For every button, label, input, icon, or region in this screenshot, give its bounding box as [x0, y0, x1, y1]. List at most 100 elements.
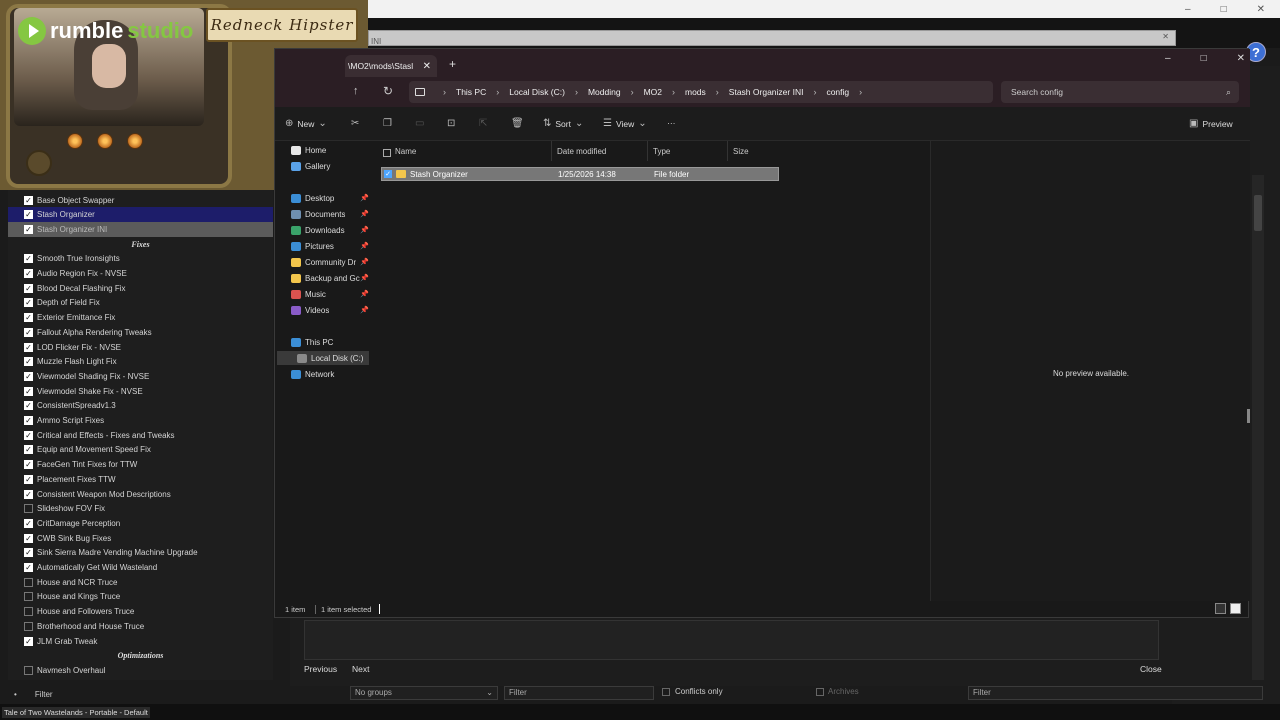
mod-row[interactable]: House and Followers Truce — [8, 604, 273, 619]
pin-icon[interactable]: 📌 — [360, 290, 369, 298]
nav-pinned-item[interactable]: Community Dr 📌 — [291, 255, 369, 269]
mod-checkbox[interactable]: ✓ — [24, 518, 33, 528]
mod-checkbox[interactable]: ✓ — [24, 563, 33, 573]
mod-checkbox[interactable]: ✓ — [24, 313, 33, 323]
explorer-scrollbar[interactable] — [1247, 409, 1250, 423]
cut-button[interactable]: ✂ — [351, 118, 359, 129]
file-row[interactable]: ✓ Stash Organizer 1/25/2026 14:38 File f… — [381, 167, 779, 181]
mod-row[interactable]: ✓ Stash Organizer INI — [8, 222, 273, 237]
mod-separator[interactable]: Fixes — [8, 237, 273, 252]
mod-row[interactable]: ✓ Stash Organizer — [8, 207, 273, 223]
mod-row[interactable]: ✓ Viewmodel Shading Fix - NVSE — [8, 369, 273, 384]
conflicts-only-checkbox[interactable] — [662, 688, 670, 696]
scrollbar-thumb[interactable] — [1254, 195, 1262, 231]
archives-checkbox[interactable] — [816, 688, 824, 696]
column-size[interactable]: Size — [733, 147, 749, 156]
pin-icon[interactable]: 📌 — [360, 258, 369, 266]
mod-checkbox[interactable]: ✓ — [24, 371, 33, 381]
maximize-button[interactable]: □ — [1201, 53, 1207, 64]
mod-row[interactable]: ✓ JLM Grab Tweak — [8, 634, 273, 649]
mod-row[interactable]: ✓ Smooth True Ironsights — [8, 252, 273, 267]
mod-checkbox[interactable] — [24, 577, 33, 587]
nav-local-disk[interactable]: Local Disk (C:) — [277, 351, 369, 365]
mod-checkbox[interactable]: ✓ — [24, 386, 33, 396]
dialog-close-button[interactable]: Close — [1140, 664, 1162, 674]
nav-this-pc[interactable]: This PC — [291, 335, 369, 349]
mod-checkbox[interactable] — [24, 607, 33, 617]
sort-button[interactable]: ⇅ Sort ⌄ — [543, 118, 583, 129]
mod-checkbox[interactable]: ✓ — [24, 636, 33, 646]
tab-close-icon[interactable]: ✕ — [423, 61, 431, 72]
close-button[interactable]: ✕ — [1237, 53, 1245, 64]
up-arrow-icon[interactable]: ↑ — [353, 85, 359, 97]
pin-icon[interactable]: 📌 — [360, 194, 369, 202]
mod-row[interactable]: ✓ Blood Decal Flashing Fix — [8, 281, 273, 296]
mod-row[interactable]: ✓ Exterior Emittance Fix — [8, 310, 273, 325]
breadcrumb-item[interactable]: config — [826, 87, 849, 97]
minimize-button[interactable]: – — [1165, 53, 1171, 64]
mod-row[interactable]: ✓ Equip and Movement Speed Fix — [8, 443, 273, 458]
mod-checkbox[interactable]: ✓ — [24, 357, 33, 367]
breadcrumb-item[interactable]: Modding — [588, 87, 621, 97]
breadcrumb[interactable]: › This PC › Local Disk (C:) › Modding › MO2 › mod… — [409, 81, 993, 103]
add-icon[interactable]: • — [14, 690, 17, 699]
mod-row[interactable]: ✓ CritDamage Perception — [8, 516, 273, 531]
close-icon[interactable]: ✕ — [1160, 32, 1169, 41]
paste-button[interactable]: ▭ — [415, 118, 424, 129]
mod-checkbox[interactable] — [24, 504, 33, 514]
mod-row[interactable]: ✓ Muzzle Flash Light Fix — [8, 354, 273, 369]
breadcrumb-item[interactable]: MO2 — [644, 87, 662, 97]
column-name[interactable]: Name — [395, 147, 416, 156]
chevron-right-icon[interactable]: › — [575, 87, 578, 97]
more-options-button[interactable]: ··· — [667, 118, 676, 128]
breadcrumb-item[interactable]: Local Disk (C:) — [509, 87, 565, 97]
nav-pinned-item[interactable]: Backup and Gc 📌 — [291, 271, 369, 285]
pin-icon[interactable]: 📌 — [360, 226, 369, 234]
mod-checkbox[interactable]: ✓ — [24, 224, 33, 234]
nav-gallery[interactable]: Gallery — [291, 159, 369, 173]
refresh-icon[interactable]: ↻ — [383, 84, 393, 98]
mod-row[interactable]: Slideshow FOV Fix — [8, 501, 273, 516]
share-button[interactable]: ⇱ — [479, 118, 487, 129]
new-tab-button[interactable]: + — [449, 57, 456, 71]
mod-row[interactable]: House and Kings Truce — [8, 590, 273, 605]
mo2-minimize-button[interactable]: – — [1185, 4, 1191, 15]
nav-network[interactable]: Network — [291, 367, 369, 381]
mod-checkbox[interactable] — [24, 621, 33, 631]
chevron-right-icon[interactable]: › — [496, 87, 499, 97]
mod-checkbox[interactable]: ✓ — [24, 474, 33, 484]
mod-row[interactable]: ✓ Placement Fixes TTW — [8, 472, 273, 487]
mod-row[interactable]: ✓ Ammo Script Fixes — [8, 413, 273, 428]
preview-toggle-button[interactable]: ▣ Preview — [1189, 118, 1233, 129]
pin-icon[interactable]: 📌 — [360, 210, 369, 218]
mod-checkbox[interactable]: ✓ — [24, 342, 33, 352]
mod-row[interactable]: ✓ Critical and Effects - Fixes and Tweaks — [8, 428, 273, 443]
new-button[interactable]: ⊕ New ⌄ — [285, 118, 327, 129]
mod-checkbox[interactable]: ✓ — [24, 298, 33, 308]
mod-row[interactable]: ✓ Viewmodel Shake Fix - NVSE — [8, 384, 273, 399]
details-view-button[interactable] — [1215, 603, 1226, 614]
view-button[interactable]: ☰ View ⌄ — [603, 118, 647, 129]
mod-row[interactable]: ✓ Base Object Swapper — [8, 193, 273, 208]
mod-row[interactable]: Brotherhood and House Truce — [8, 619, 273, 634]
groups-select[interactable]: No groups ⌄ — [350, 686, 498, 700]
chevron-right-icon[interactable]: › — [716, 87, 719, 97]
mod-filter-input[interactable]: Filter — [35, 690, 53, 699]
mo2-right-scrollbar[interactable] — [1252, 175, 1264, 680]
column-divider[interactable] — [727, 141, 728, 161]
nav-pinned-item[interactable]: Pictures 📌 — [291, 239, 369, 253]
pin-icon[interactable]: 📌 — [360, 242, 369, 250]
mod-row[interactable]: ✓ Depth of Field Fix — [8, 296, 273, 311]
mod-row[interactable]: ✓ Consistent Weapon Mod Descriptions — [8, 487, 273, 502]
pin-icon[interactable]: 📌 — [360, 274, 369, 282]
mod-checkbox[interactable]: ✓ — [24, 195, 33, 205]
row-checkbox[interactable]: ✓ — [384, 170, 392, 178]
mod-row[interactable]: ✓ ConsistentSpreadv1.3 — [8, 399, 273, 414]
mod-checkbox[interactable]: ✓ — [24, 327, 33, 337]
column-type[interactable]: Type — [653, 147, 670, 156]
mod-checkbox[interactable]: ✓ — [24, 548, 33, 558]
mod-checkbox[interactable]: ✓ — [24, 401, 33, 411]
mo2-close-button[interactable]: ✕ — [1257, 4, 1265, 15]
filter-input-2[interactable]: Filter — [968, 686, 1263, 700]
mod-checkbox[interactable] — [24, 592, 33, 602]
